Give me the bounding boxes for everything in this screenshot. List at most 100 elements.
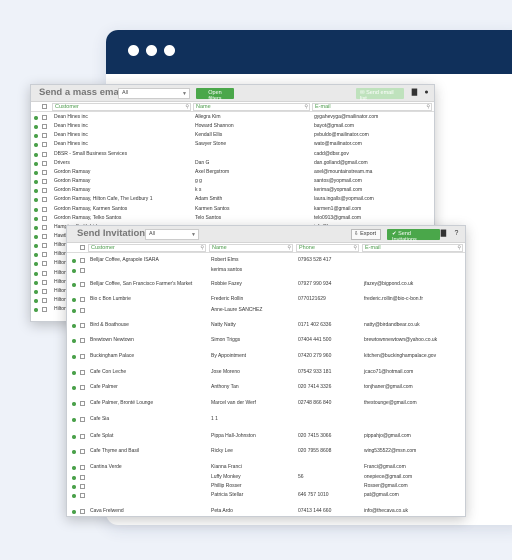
send-email-list-button[interactable]: ✉ Send email list [356,88,404,102]
invitations-filter-select[interactable]: All ▼ [145,229,199,240]
book-icon[interactable]: ▇ [410,88,419,98]
phone-cell: 0770121629 [298,296,326,302]
email-column-filter[interactable]: E-mail ⚲ [312,103,432,111]
table-row[interactable]: Gordon Ramsay, Telko Santos Telo Santos te… [31,215,434,223]
row-checkbox[interactable] [80,385,85,390]
row-checkbox[interactable] [42,142,47,148]
table-row[interactable]: Gordon Ramsay Axel Bergstrom axel@mountain… [31,169,434,177]
table-row[interactable]: Bird & Boathouse Natty Natty 0171 402 6336… [67,322,465,330]
row-checkbox[interactable] [80,417,85,422]
name-cell: Kendall Ellis [195,132,223,139]
row-checkbox[interactable] [42,288,47,294]
row-checkbox[interactable] [42,206,47,212]
status-dot [34,234,38,239]
table-row[interactable]: Gordon Ramsay, Hilton Cafe, The Ledbury … [31,196,434,204]
phone-cell: 020 7415 3066 [298,433,332,439]
select-all-checkbox[interactable] [42,104,47,109]
row-checkbox[interactable] [42,188,47,194]
table-row[interactable]: Cafe Splat Pippa Hall-Johnston 020 7415 30… [67,433,465,441]
help-icon[interactable]: ? [452,229,461,239]
row-checkbox[interactable] [42,298,47,303]
row-checkbox[interactable] [80,354,85,359]
table-row[interactable]: Dean Hines inc Howard Shannon bayot@gmail.… [31,123,434,131]
row-checkbox[interactable] [42,261,47,267]
table-row[interactable]: Cafe Sia 1 1 [67,416,465,424]
table-row[interactable]: Buckingham Palace By Appointment 07420 279… [67,353,465,361]
row-checkbox[interactable] [80,258,85,263]
table-row[interactable]: Cantina Verde Kianna Franci Franci@gmail.c… [67,464,465,472]
row-checkbox[interactable] [80,297,85,302]
row-checkbox[interactable] [80,323,85,328]
row-checkbox[interactable] [42,151,47,157]
row-checkbox[interactable] [80,509,85,514]
table-row[interactable]: Phillip Rosser Rosser@gmail.com [67,483,465,491]
name-cell: Natty Natty [211,322,236,328]
customer-column-filter[interactable]: Customer ⚲ [52,103,191,111]
row-checkbox[interactable] [80,370,85,375]
table-row[interactable]: Luffy Monkey 56 onepiece@gmail.com [67,474,465,482]
table-row[interactable]: Dean Hines inc Allegra Kim gygahevyga@mail… [31,114,434,122]
select-all-checkbox[interactable] [80,245,85,250]
row-checkbox[interactable] [42,224,47,230]
send-invitations-button[interactable]: ✔ Send Invitations [387,229,440,243]
row-checkbox[interactable] [42,270,47,276]
row-checkbox[interactable] [42,115,47,120]
email-column-filter[interactable]: E-mail ⚲ [362,244,463,252]
row-checkbox[interactable] [80,401,85,406]
table-row[interactable]: Cafe Con Leche Jose Moreno 07542 933 181 jc… [67,369,465,377]
table-row[interactable]: Gordon Ramsay, Karmen Santos Karmen Santo… [31,206,434,214]
export-button[interactable]: ⇩ Export [351,229,381,240]
table-row[interactable]: Belljar Coffee, San Francisco Farmer's M… [67,281,465,289]
name-column-filter[interactable]: Name ⚲ [193,103,310,111]
row-checkbox[interactable] [42,307,47,313]
row-checkbox[interactable] [42,169,47,175]
row-checkbox[interactable] [42,124,47,130]
row-checkbox[interactable] [80,434,85,439]
table-row[interactable]: Anne-Laure SANCHEZ [67,307,465,315]
help-icon[interactable]: ● [422,88,431,98]
mass-email-filter-select[interactable]: All ▼ [118,88,190,99]
name-column-filter[interactable]: Name ⚲ [209,244,293,252]
row-checkbox[interactable] [42,197,47,203]
row-checkbox[interactable] [80,475,85,480]
table-row[interactable]: Gordon Ramsay k s kerima@yopmail.com [31,187,434,195]
table-row[interactable]: Dean Hines inc Kendall Ellis pvbuldo@maili… [31,132,434,140]
row-checkbox[interactable] [80,493,85,498]
table-row[interactable]: Bio c Bon Lumbrie Frederic Rollin 07701216… [67,296,465,304]
table-row[interactable]: DBSR - Small Business Services cadd@dbsr.… [31,151,434,159]
row-checkbox[interactable] [80,465,85,470]
row-checkbox[interactable] [80,484,85,489]
book-icon[interactable]: ▇ [439,229,448,239]
row-checkbox[interactable] [42,160,47,166]
table-row[interactable]: Drivers Dan G dan.golland@gmail.com [31,160,434,168]
table-row[interactable]: Brewtown Newtown Simon Triggs 07404 441 50… [67,337,465,345]
table-row[interactable]: Cafe Thyme and Basil Ricky Lee 020 7955 86… [67,448,465,456]
table-row[interactable]: Patricia Stellar 646 757 1010 pat@gmail.co… [67,492,465,500]
row-checkbox[interactable] [42,233,47,239]
table-row[interactable]: Cava Frelwend Peta Ardo 07413 144 660 info@… [67,508,465,516]
row-checkbox[interactable] [80,338,85,343]
row-checkbox[interactable] [80,282,85,287]
table-row[interactable]: Dean Hines inc Sawyer Stone wato@mailinato… [31,141,434,149]
name-cell: Axel Bergstrom [195,168,230,175]
row-checkbox[interactable] [80,449,85,454]
phone-column-filter[interactable]: Phone ⚲ [296,244,359,252]
row-checkbox[interactable] [80,268,85,273]
table-row[interactable]: Gordon Ramsay g g santos@yopmail.com [31,178,434,186]
table-row[interactable]: Belljar Coffee, Agrapole ISARA Robert Elm… [67,257,465,265]
row-checkbox[interactable] [42,252,47,258]
backdrop-title-bar [106,30,512,74]
window-dot [128,45,139,56]
row-checkbox[interactable] [42,243,47,249]
customer-column-filter[interactable]: Customer ⚲ [88,244,206,252]
row-checkbox[interactable] [80,308,85,313]
table-row[interactable]: kerima santos [67,267,465,275]
row-checkbox[interactable] [42,279,47,285]
table-row[interactable]: Cafe Palmer, Brontë Lounge Marcel van der… [67,400,465,408]
row-checkbox[interactable] [42,133,47,139]
status-dot [72,355,76,359]
row-checkbox[interactable] [42,179,47,185]
table-row[interactable]: Cafe Palmer Anthony Tan 020 7414 3326 tonjh… [67,384,465,392]
row-checkbox[interactable] [42,215,47,221]
open-filters-button[interactable]: Open filters [196,88,234,102]
